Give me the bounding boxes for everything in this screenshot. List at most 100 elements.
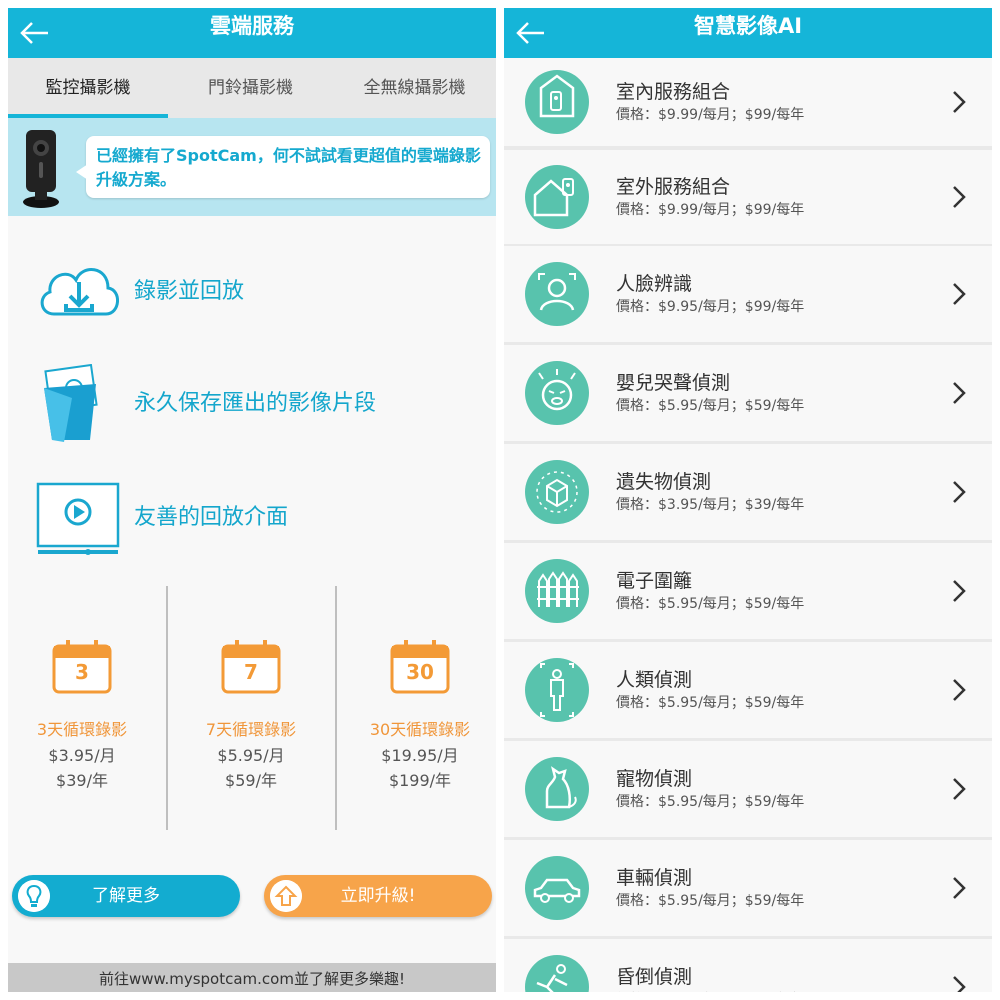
chevron-right-icon[interactable] (949, 87, 969, 117)
plan-name: 30天循環錄影 (369, 720, 471, 739)
service-icon-circle (525, 361, 589, 425)
feature-save-clips: 永久保存匯出的影像片段 (8, 364, 496, 444)
dog-icon (545, 766, 577, 809)
tab-doorbell-camera[interactable]: 門鈴攝影機 (168, 58, 333, 118)
ai-service-row[interactable]: 嬰兒哭聲偵測價格：$5.95/每月；$59/每年 (504, 345, 992, 441)
plan-name: 7天循環錄影 (205, 720, 297, 739)
promo-text: 已經擁有了SpotCam，何不試試看更超值的雲端錄影升級方案。 (96, 146, 481, 189)
ai-service-row[interactable]: 室外服務組合 價格：$9.99/每月；$99/每年 (504, 150, 992, 244)
tab-surveillance-camera[interactable]: 監控攝影機 (8, 58, 168, 118)
ai-service-row[interactable]: 電子圍籬價格：$5.95/每月；$59/每年 (504, 543, 992, 639)
plan-yearly-price: $59/年 (225, 771, 277, 790)
person-icon (540, 663, 574, 717)
footer-link[interactable]: 前往www.myspotcam.com並了解更多樂趣! (8, 963, 496, 992)
chevron-right-icon[interactable] (949, 182, 969, 212)
chevron-right-icon[interactable] (949, 477, 969, 507)
service-icon-circle (525, 658, 589, 722)
service-name: 室外服務組合 (616, 176, 731, 198)
divider (335, 586, 337, 830)
cloud-download-icon (40, 268, 119, 316)
folder-video-icon (44, 364, 98, 442)
ai-service-row[interactable]: 人類偵測 價格：$5.95/每月；$59/每年 (504, 642, 992, 738)
learn-more-button[interactable]: 了解更多 (12, 875, 240, 917)
service-name: 人類偵測 (616, 669, 693, 691)
ai-service-row[interactable]: 寵物偵測價格：$5.95/每月；$59/每年 (504, 741, 992, 837)
service-icon-circle (525, 70, 589, 134)
header-bar: 智慧影像AI (504, 8, 992, 58)
learn-more-label: 了解更多 (92, 886, 160, 906)
chevron-right-icon[interactable] (949, 873, 969, 903)
plan-7-day[interactable]: 7 7天循環錄影 $5.95/月 $59/年 (171, 638, 331, 798)
calendar-number: 3 (75, 660, 89, 684)
service-icon-circle (525, 757, 589, 821)
service-icon-circle (525, 559, 589, 623)
lightbulb-icon (18, 880, 50, 912)
tab-wireless-camera[interactable]: 全無線攝影機 (333, 58, 496, 118)
service-price: 價格：$5.95/每月；$59/每年 (616, 794, 805, 810)
cloud-service-screen: 雲端服務 監控攝影機 門鈴攝影機 全無線攝影機 已經擁有了SpotCam，何不試… (8, 8, 496, 992)
upgrade-button[interactable]: 立即升級! (264, 875, 492, 917)
calendar-icon: 30 (390, 638, 450, 694)
chevron-right-icon[interactable] (949, 972, 969, 992)
plan-monthly-price: $19.95/月 (381, 746, 459, 765)
service-price: 價格：$5.95/每月；$59/每年 (616, 398, 805, 414)
video-player-icon (36, 482, 120, 555)
plan-yearly-price: $39/年 (56, 771, 108, 790)
crying-baby-icon (538, 369, 576, 411)
service-icon-circle (525, 460, 589, 524)
service-icon-circle (525, 856, 589, 920)
plan-30-day[interactable]: 30 30天循環錄影 $19.95/月 $199/年 (340, 638, 496, 798)
service-price: 價格：$3.95/每月；$39/每年 (616, 497, 805, 513)
face-scan-icon (538, 273, 576, 311)
feature-label: 友善的回放介面 (134, 505, 289, 530)
upgrade-arrow-icon (270, 880, 302, 912)
chevron-right-icon[interactable] (949, 675, 969, 705)
fall-person-icon (536, 964, 568, 992)
service-name: 人臉辨識 (616, 273, 693, 295)
calendar-icon: 7 (221, 638, 281, 694)
camera-tabs: 監控攝影機 門鈴攝影機 全無線攝影機 (8, 58, 496, 118)
chevron-right-icon[interactable] (949, 279, 969, 309)
ai-service-row[interactable]: 室內服務組合 價格：$9.99/每月；$99/每年 (504, 58, 992, 146)
indoor-house-icon (539, 74, 575, 118)
chevron-right-icon[interactable] (949, 774, 969, 804)
fence-icon (537, 571, 579, 607)
calendar-number: 7 (244, 660, 258, 684)
spotcam-camera-icon (23, 130, 59, 208)
ai-service-row[interactable]: 昏倒偵測價格：$9.95/每月；$99/每年 (504, 939, 992, 992)
ai-service-row[interactable]: 遺失物偵測價格：$3.95/每月；$39/每年 (504, 444, 992, 540)
service-name: 車輛偵測 (616, 867, 693, 889)
service-icon-circle (525, 262, 589, 326)
plan-name: 3天循環錄影 (36, 720, 128, 739)
calendar-number: 30 (406, 660, 434, 684)
service-name: 昏倒偵測 (616, 966, 693, 988)
service-name: 電子圍籬 (616, 570, 693, 592)
service-price: 價格：$9.95/每月；$99/每年 (616, 299, 805, 315)
plan-3-day[interactable]: 3 3天循環錄影 $3.95/月 $39/年 (8, 638, 162, 798)
promo-bubble: 已經擁有了SpotCam，何不試試看更超值的雲端錄影升級方案。 (76, 136, 490, 198)
outdoor-house-icon (533, 178, 574, 217)
plan-monthly-price: $5.95/月 (217, 746, 285, 765)
page-title: 智慧影像AI (693, 14, 803, 38)
smart-video-ai-screen: 智慧影像AI 室內服務組合 價格：$9.99/每月；$99/每年 室外服務組合 價格：… (504, 8, 992, 992)
plan-monthly-price: $3.95/月 (48, 746, 116, 765)
service-icon-circle (525, 165, 589, 229)
ai-service-row[interactable]: 車輛偵測價格：$5.95/每月；$59/每年 (504, 840, 992, 936)
calendar-icon: 3 (52, 638, 112, 694)
service-icon-circle (525, 955, 589, 992)
service-name: 嬰兒哭聲偵測 (616, 372, 731, 394)
ai-service-row[interactable]: 人臉辨識價格：$9.95/每月；$99/每年 (504, 246, 992, 342)
service-name: 寵物偵測 (616, 768, 693, 790)
service-name: 遺失物偵測 (616, 471, 712, 493)
feature-record-playback: 錄影並回放 (8, 252, 496, 332)
service-price: 價格：$5.95/每月；$59/每年 (616, 596, 805, 612)
car-icon (533, 878, 581, 903)
page-title: 雲端服務 (210, 14, 294, 38)
feature-label: 永久保存匯出的影像片段 (134, 391, 377, 416)
chevron-right-icon[interactable] (949, 378, 969, 408)
feature-label: 錄影並回放 (134, 279, 245, 304)
service-price: 價格：$5.95/每月；$59/每年 (616, 893, 805, 909)
promo-banner: 已經擁有了SpotCam，何不試試看更超值的雲端錄影升級方案。 (8, 118, 496, 216)
service-price: 價格：$9.99/每月；$99/每年 (616, 107, 805, 123)
chevron-right-icon[interactable] (949, 576, 969, 606)
